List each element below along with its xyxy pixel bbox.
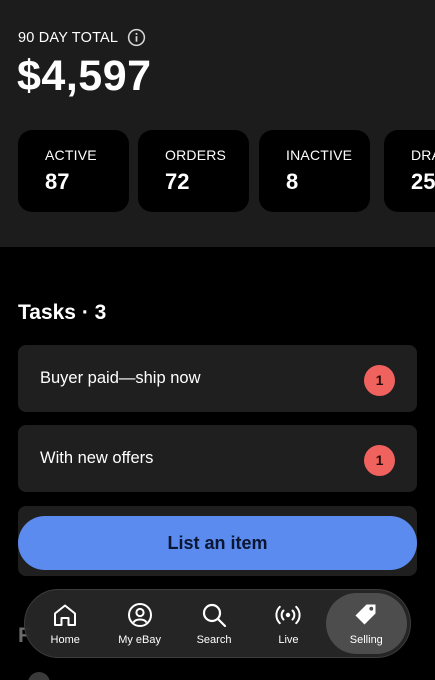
summary-panel: 90 DAY TOTAL $4,597 ACTIVE 87 ORDERS 72 … xyxy=(0,0,435,247)
tab-label: Search xyxy=(196,634,232,646)
bottom-tab-bar: Home My eBay Search Live Selling xyxy=(24,589,411,658)
task-count-badge: 1 xyxy=(364,365,395,396)
task-count-badge: 1 xyxy=(364,445,395,476)
tab-label: My eBay xyxy=(118,634,161,646)
info-icon[interactable] xyxy=(127,28,146,47)
task-buyer-paid[interactable]: Buyer paid—ship now 1 xyxy=(18,345,417,412)
stat-card-orders[interactable]: ORDERS 72 xyxy=(138,130,249,212)
ninety-day-total-label: 90 DAY TOTAL xyxy=(18,28,146,47)
stat-label: ACTIVE xyxy=(45,147,97,163)
home-icon xyxy=(54,604,77,626)
total-amount: $4,597 xyxy=(17,52,152,100)
stat-card-drafts[interactable]: DRA 25 xyxy=(384,130,435,212)
stat-label: DRA xyxy=(411,147,435,163)
tab-selling[interactable]: Selling xyxy=(325,593,407,654)
tab-live[interactable]: Live xyxy=(251,593,325,654)
stat-card-inactive[interactable]: INACTIVE 8 xyxy=(259,130,370,212)
tag-icon xyxy=(355,604,376,625)
tab-my-ebay[interactable]: My eBay xyxy=(102,593,176,654)
stat-value: 8 xyxy=(286,169,299,194)
list-an-item-button[interactable]: List an item xyxy=(18,516,417,570)
tab-label: Live xyxy=(278,634,299,646)
task-label: With new offers xyxy=(40,449,154,467)
live-icon xyxy=(275,605,301,625)
total-label-text: 90 DAY TOTAL xyxy=(18,29,119,46)
stat-value: 72 xyxy=(165,169,190,194)
tasks-title: Tasks · 3 xyxy=(18,301,107,324)
task-new-offers[interactable]: With new offers 1 xyxy=(18,425,417,492)
tab-search[interactable]: Search xyxy=(177,593,251,654)
stat-card-active[interactable]: ACTIVE 87 xyxy=(18,130,129,212)
search-icon xyxy=(202,603,227,628)
stat-value: 87 xyxy=(45,169,70,194)
tab-label: Home xyxy=(50,634,80,646)
tab-label: Selling xyxy=(349,634,383,646)
avatar-partial xyxy=(28,672,50,680)
task-label: Buyer paid—ship now xyxy=(40,369,201,387)
stat-value: 25 xyxy=(411,169,435,194)
stat-label: ORDERS xyxy=(165,147,227,163)
stat-label: INACTIVE xyxy=(286,147,353,163)
user-icon xyxy=(127,603,152,627)
tab-home[interactable]: Home xyxy=(28,593,102,654)
